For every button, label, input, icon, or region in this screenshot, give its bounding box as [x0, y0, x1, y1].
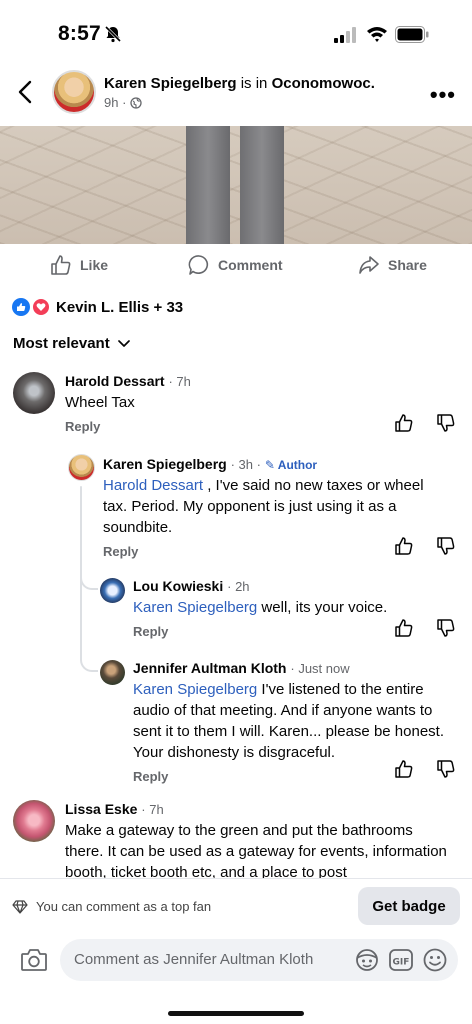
- more-options-icon[interactable]: •••: [430, 82, 456, 108]
- back-arrow-icon[interactable]: [14, 78, 38, 106]
- comment-text: Karen Spiegelberg well, its your voice.: [133, 599, 388, 616]
- thumbs-up-icon: [51, 255, 71, 275]
- comment-placeholder: Comment as Jennifer Aultman Kloth: [74, 951, 314, 968]
- comment-author[interactable]: Lissa Eske · 7h: [65, 801, 455, 817]
- comment-label: Comment: [218, 257, 283, 273]
- like-reaction-icon: [12, 298, 30, 316]
- globe-icon: [130, 96, 143, 109]
- svg-text:GIF: GIF: [393, 958, 410, 968]
- composer-icons: GIF: [354, 947, 448, 973]
- author-badge: ✎ Author: [264, 458, 318, 472]
- commenter-avatar[interactable]: [68, 454, 95, 481]
- camera-icon[interactable]: [20, 947, 48, 973]
- chevron-down-icon: [117, 339, 130, 347]
- comment-bubble-icon: [188, 255, 209, 275]
- is-in-text: is in: [236, 75, 272, 92]
- comment-time: · 7h: [168, 374, 191, 389]
- gif-icon[interactable]: GIF: [388, 947, 414, 973]
- top-fan-notice: You can comment as a top fan: [12, 899, 211, 914]
- reply-button[interactable]: Reply: [65, 419, 385, 434]
- status-time: 8:57: [58, 22, 101, 45]
- comment-author[interactable]: Lou Kowieski · 2h: [133, 578, 453, 594]
- comment-time: · 2h: [227, 579, 250, 594]
- vote-controls: [394, 759, 456, 779]
- vote-controls: [394, 413, 456, 433]
- commenter-avatar[interactable]: [13, 372, 55, 414]
- muted-bell-icon: [104, 25, 122, 43]
- sort-dropdown[interactable]: Most relevant: [13, 335, 130, 352]
- cellular-signal-icon: [334, 27, 356, 43]
- comment-author[interactable]: Harold Dessart · 7h: [65, 373, 385, 389]
- love-reaction-icon: [32, 298, 50, 316]
- location-name[interactable]: Oconomowoc.: [272, 75, 375, 92]
- comment-button[interactable]: Comment: [188, 254, 283, 276]
- comment: Harold Dessart · 7h Wheel Tax Reply: [65, 373, 385, 434]
- comment: Karen Spiegelberg · 3h · ✎ Author Harold…: [103, 456, 443, 559]
- home-indicator[interactable]: [168, 1011, 304, 1016]
- thread-line: [80, 486, 82, 656]
- vote-controls: [394, 536, 456, 556]
- thread-connector: [80, 654, 98, 672]
- wifi-icon: [367, 27, 387, 42]
- comment-author[interactable]: Karen Spiegelberg · 3h · ✎ Author: [103, 456, 443, 472]
- reactions-summary[interactable]: Kevin L. Ellis + 33: [12, 298, 183, 316]
- comment-time: · Just now: [290, 661, 350, 676]
- post-header: Karen Spiegelberg is in Oconomowoc. 9h ·…: [0, 62, 472, 126]
- comment-composer: You can comment as a top fan Get badge C…: [0, 878, 472, 1024]
- comment-time: · 3h ·: [230, 457, 261, 472]
- commenter-avatar[interactable]: [100, 578, 125, 603]
- diamond-icon: [12, 899, 28, 914]
- post-photo[interactable]: [0, 126, 472, 244]
- emoji-icon[interactable]: [422, 947, 448, 973]
- like-button[interactable]: Like: [50, 254, 108, 276]
- share-button[interactable]: Share: [358, 254, 427, 276]
- mention-link[interactable]: Harold Dessart: [103, 477, 203, 494]
- comment-text: Karen Spiegelberg I've listened to the e…: [133, 681, 445, 761]
- reply-button[interactable]: Reply: [103, 544, 443, 559]
- sort-label: Most relevant: [13, 335, 110, 352]
- comment: Lissa Eske · 7h Make a gateway to the gr…: [65, 801, 455, 883]
- mention-link[interactable]: Karen Spiegelberg: [133, 599, 257, 616]
- thumbs-down-icon[interactable]: [436, 759, 456, 779]
- share-arrow-icon: [359, 256, 379, 274]
- thumbs-up-icon[interactable]: [394, 413, 414, 433]
- comment-text: Make a gateway to the green and put the …: [65, 822, 447, 881]
- comment-text: Harold Dessart , I've said no new taxes …: [103, 477, 424, 536]
- avatar-sticker-icon[interactable]: [354, 947, 380, 973]
- commenter-avatar[interactable]: [13, 800, 55, 842]
- post-meta: 9h ·: [104, 95, 143, 110]
- mention-link[interactable]: Karen Spiegelberg: [133, 681, 257, 698]
- thread-connector: [80, 572, 98, 590]
- thumbs-up-icon[interactable]: [394, 536, 414, 556]
- comment-input[interactable]: Comment as Jennifer Aultman Kloth GIF: [60, 939, 458, 981]
- post-title: Karen Spiegelberg is in Oconomowoc.: [104, 75, 375, 92]
- commenter-avatar[interactable]: [100, 660, 125, 685]
- share-label: Share: [388, 257, 427, 273]
- comment-text: Wheel Tax: [65, 394, 135, 411]
- thumbs-up-icon[interactable]: [394, 618, 414, 638]
- thumbs-up-icon[interactable]: [394, 759, 414, 779]
- status-bar: 8:57: [0, 0, 472, 62]
- action-bar: Like Comment Share: [0, 246, 472, 286]
- post-time: 9h ·: [104, 95, 127, 110]
- author-avatar[interactable]: [52, 70, 96, 114]
- reactions-text: Kevin L. Ellis + 33: [56, 298, 184, 316]
- author-name[interactable]: Karen Spiegelberg: [104, 75, 237, 92]
- photo-legs: [186, 126, 286, 244]
- vote-controls: [394, 618, 456, 638]
- like-label: Like: [80, 257, 109, 273]
- thumbs-down-icon[interactable]: [436, 413, 456, 433]
- comment-author[interactable]: Jennifer Aultman Kloth · Just now: [133, 660, 463, 676]
- top-fan-text: You can comment as a top fan: [36, 899, 212, 914]
- thumbs-down-icon[interactable]: [436, 618, 456, 638]
- comment-time: · 7h: [141, 802, 164, 817]
- battery-icon: [395, 26, 429, 43]
- get-badge-button[interactable]: Get badge: [358, 887, 460, 925]
- thumbs-down-icon[interactable]: [436, 536, 456, 556]
